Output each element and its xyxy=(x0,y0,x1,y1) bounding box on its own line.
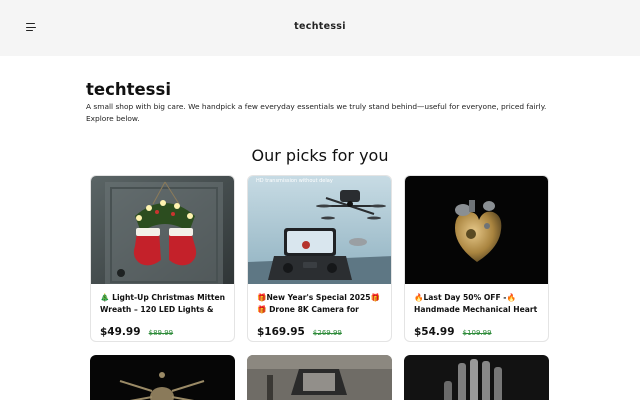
product-image[interactable] xyxy=(405,176,548,284)
top-header: techtessi xyxy=(0,0,640,56)
product-old-price: $269.99 xyxy=(312,329,342,337)
product-price: $54.99 xyxy=(414,326,455,338)
product-name[interactable]: 🔥Last Day 50% OFF -🔥 Handmade Mechanical… xyxy=(414,292,542,316)
product-old-price: $109.99 xyxy=(462,329,492,337)
product-card[interactable]: 🔥Last Day 50% OFF -🔥 Handmade Mechanical… xyxy=(404,175,549,342)
product-image xyxy=(247,355,392,400)
price-row: $54.99 $109.99 xyxy=(414,320,492,339)
product-card[interactable]: 🎄 Light-Up Christmas Mitten Wreath – 120… xyxy=(90,175,235,342)
shop-description: A small shop with big care. We handpick … xyxy=(86,102,547,123)
product-image[interactable] xyxy=(91,176,234,284)
header-brand[interactable]: techtessi xyxy=(0,21,640,32)
product-card[interactable] xyxy=(90,355,235,400)
price-row: $169.95 $269.99 xyxy=(257,320,342,339)
shop-title: techtessi xyxy=(86,80,171,99)
product-price: $169.95 xyxy=(257,326,305,338)
product-card[interactable] xyxy=(404,355,549,400)
product-image[interactable]: HD transmission without delay xyxy=(248,176,391,284)
product-price: $49.99 xyxy=(100,326,141,338)
section-title: Our picks for you xyxy=(251,146,389,165)
drone-image-caption: HD transmission without delay xyxy=(256,178,333,184)
product-image xyxy=(404,355,549,400)
product-name[interactable]: 🎄 Light-Up Christmas Mitten Wreath – 120… xyxy=(100,292,228,316)
product-card[interactable]: HD transmission without delay 🎁New Year' xyxy=(247,175,392,342)
product-image xyxy=(90,355,235,400)
product-name[interactable]: 🎁New Year's Special 2025🎁🎁 Drone 8K Came… xyxy=(257,292,385,316)
product-old-price: $89.99 xyxy=(148,329,174,337)
product-card[interactable] xyxy=(247,355,392,400)
price-row: $49.99 $89.99 xyxy=(100,320,173,339)
